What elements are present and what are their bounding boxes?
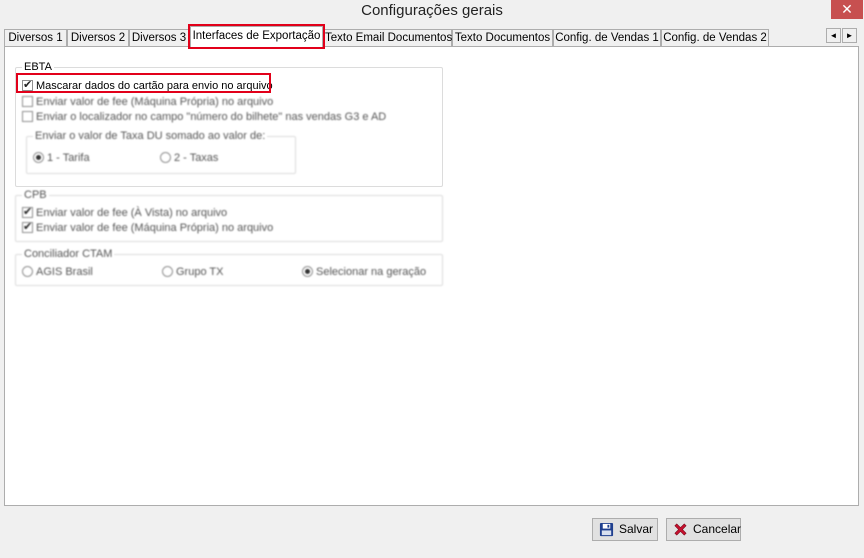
close-button[interactable]: ✕ <box>831 0 863 19</box>
radio-unselected-icon[interactable] <box>160 152 171 163</box>
radio-unselected-icon[interactable] <box>22 266 33 277</box>
du-option-tarifa[interactable]: 1 - Tarifa <box>33 151 90 165</box>
tab-scroll-right-icon[interactable]: ► <box>842 28 857 43</box>
ctam-option-selecionar-label: Selecionar na geração <box>316 266 427 278</box>
send-fee-checkbox[interactable]: Enviar valor de fee (Máquina Própria) no… <box>22 95 273 109</box>
checkbox-unchecked-icon[interactable] <box>22 111 33 122</box>
tab-diversos-3[interactable]: Diversos 3 <box>129 29 189 46</box>
du-legend: Enviar o valor de Taxa DU somado ao valo… <box>33 130 268 142</box>
tab-diversos-2[interactable]: Diversos 2 <box>67 29 129 46</box>
window-title: Configurações gerais <box>361 2 503 19</box>
send-locator-checkbox[interactable]: Enviar o localizador no campo "número do… <box>22 110 386 124</box>
send-fee-label: Enviar valor de fee (Máquina Própria) no… <box>36 96 274 108</box>
ctam-option-grupo-tx-label: Grupo TX <box>176 266 224 278</box>
radio-unselected-icon[interactable] <box>162 266 173 277</box>
tab-panel: EBTA Mascarar dados do cartão para envio… <box>4 46 859 506</box>
checkbox-checked-icon[interactable] <box>22 205 33 219</box>
radio-selected-icon[interactable] <box>302 266 313 277</box>
checkbox-unchecked-icon[interactable] <box>22 96 33 107</box>
ctam-group: Conciliador CTAM AGIS Brasil Grupo TX Se… <box>15 248 443 286</box>
du-option-taxas-label: 2 - Taxas <box>174 152 219 164</box>
du-option-taxas[interactable]: 2 - Taxas <box>160 151 218 165</box>
cpb-legend: CPB <box>22 189 49 201</box>
checkbox-checked-icon[interactable] <box>22 220 33 234</box>
send-locator-label: Enviar o localizador no campo "número do… <box>36 111 387 123</box>
ctam-legend: Conciliador CTAM <box>22 248 115 260</box>
du-option-tarifa-label: 1 - Tarifa <box>47 152 90 164</box>
cancel-label: Cancelar <box>693 522 742 536</box>
cpb-group: CPB Enviar valor de fee (À Vista) no arq… <box>15 189 443 242</box>
floppy-disk-icon <box>599 522 614 537</box>
ctam-option-agis[interactable]: AGIS Brasil <box>22 265 93 279</box>
save-label: Salvar <box>619 522 654 536</box>
save-button[interactable]: Salvar <box>592 518 658 541</box>
tab-scroll-left-icon[interactable]: ◄ <box>826 28 841 43</box>
cancel-button[interactable]: Cancelar <box>666 518 741 541</box>
ctam-option-selecionar[interactable]: Selecionar na geração <box>302 265 426 279</box>
send-fee-machine-label: Enviar valor de fee (Máquina Própria) no… <box>36 222 274 234</box>
tab-interfaces-exportacao[interactable]: Interfaces de Exportação <box>188 24 325 49</box>
mask-card-highlight <box>16 73 271 93</box>
ctam-option-agis-label: AGIS Brasil <box>36 266 93 278</box>
radio-selected-icon[interactable] <box>33 152 44 163</box>
tab-texto-email-documentos[interactable]: Texto Email Documentos <box>324 29 452 46</box>
cancel-x-icon <box>674 523 687 536</box>
du-group: Enviar o valor de Taxa DU somado ao valo… <box>26 130 296 174</box>
send-fee-cash-checkbox[interactable]: Enviar valor de fee (À Vista) no arquivo <box>22 205 228 220</box>
tab-diversos-1[interactable]: Diversos 1 <box>4 29 67 46</box>
send-fee-machine-checkbox[interactable]: Enviar valor de fee (Máquina Própria) no… <box>22 220 274 235</box>
tab-config-vendas-2[interactable]: Config. de Vendas 2 <box>661 29 769 46</box>
tab-texto-documentos[interactable]: Texto Documentos <box>452 29 553 46</box>
tab-config-vendas-1[interactable]: Config. de Vendas 1 <box>553 29 661 46</box>
tab-strip: Diversos 1 Diversos 2 Diversos 3 Interfa… <box>4 24 860 49</box>
send-fee-cash-label: Enviar valor de fee (À Vista) no arquivo <box>36 207 228 219</box>
ctam-option-grupo-tx[interactable]: Grupo TX <box>162 265 224 279</box>
title-bar: Configurações gerais ✕ <box>0 0 864 24</box>
ebta-legend: EBTA <box>22 61 54 73</box>
